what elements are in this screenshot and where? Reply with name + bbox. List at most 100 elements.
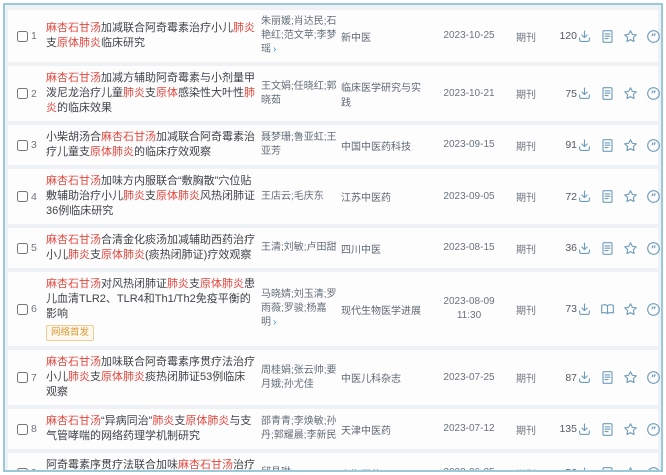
result-row: 3 小柴胡汤合麻杏石甘汤加减联合阿奇霉素治疗儿童支原体肺炎的临床疗效观察 聂梦珊… [8, 125, 660, 165]
source-journal-link[interactable]: 江苏中医药 [341, 189, 433, 204]
source-journal-link[interactable]: 新中医 [341, 29, 433, 44]
quote-icon[interactable]: ” [646, 138, 661, 153]
row-actions: ” [577, 86, 661, 101]
source-journal-link[interactable]: 四川中医 [341, 241, 433, 256]
favorite-star-icon[interactable] [623, 422, 638, 437]
source-journal-link[interactable]: 天津中医药 [341, 422, 433, 437]
row-checkbox[interactable] [17, 372, 28, 383]
authors-cell[interactable]: 王店云;毛庆东 [261, 190, 341, 204]
result-title-link[interactable]: 阿奇霉素序贯疗法联合加味麻杏石甘汤治疗对于小儿支原体肺炎的意义 [46, 458, 255, 470]
source-journal-link[interactable]: 临床医学研究与实践 [341, 79, 433, 109]
result-title-link[interactable]: 麻杏石甘汤合清金化痰汤加减辅助西药治疗小儿肺炎支原体肺炎(痰热闭肺证)疗效观察 [46, 233, 255, 263]
book-read-icon[interactable] [600, 302, 615, 317]
quote-icon[interactable]: ” [646, 370, 661, 385]
quote-icon[interactable]: ” [646, 466, 661, 472]
row-checkbox[interactable] [17, 242, 28, 254]
title-text: 感染性大叶性 [178, 87, 244, 99]
publication-type: 期刊 [516, 193, 536, 204]
title-highlight-term: 原体肺炎 [200, 278, 244, 290]
row-actions: ” [577, 302, 661, 317]
favorite-star-icon[interactable] [623, 370, 638, 385]
title-text: 支 [189, 278, 200, 290]
authors-cell[interactable]: 王文娟;任晓红;郭晓茹 [261, 80, 341, 108]
source-journal-link[interactable]: 中医儿科杂志 [341, 370, 433, 385]
source-journal-link[interactable]: 上海医药 [341, 466, 433, 471]
search-results-panel: 1 麻杏石甘汤加减联合阿奇霉素治疗小儿肺炎支原体肺炎临床研究 朱丽媛;肖达民;石… [3, 3, 663, 472]
source-journal-link[interactable]: 中国中医药科技 [341, 138, 433, 153]
row-checkbox[interactable] [17, 88, 28, 99]
title-highlight-term: 麻杏石甘汤 [46, 415, 101, 427]
publication-type: 期刊 [505, 466, 547, 471]
result-row: 7 麻杏石甘汤加味联合阿奇霉素序贯疗法治疗小儿肺炎支原体肺炎痰热闭肺证53例临床… [8, 350, 661, 405]
publish-date: 2023-09-15 [443, 139, 495, 150]
source-journal-link[interactable]: 现代生物医学进展 [341, 302, 433, 317]
download-icon[interactable] [577, 189, 592, 204]
favorite-star-icon[interactable] [623, 86, 638, 101]
author-expand-icon[interactable]: › [273, 44, 276, 55]
authors-cell[interactable]: 马晓婧;刘玉清;罗雨薇;罗骏;杨嘉明 › [261, 288, 341, 330]
quote-icon[interactable]: ” [646, 189, 661, 204]
title-highlight-term: 麻杏石甘汤 [46, 278, 101, 290]
download-icon[interactable] [577, 29, 592, 44]
title-highlight-term: 麻杏石甘汤 [46, 22, 101, 34]
row-number: 7 [31, 371, 37, 384]
authors-cell[interactable]: 王清;刘敏;卢田甜 [261, 241, 341, 255]
row-checkbox[interactable] [17, 467, 28, 470]
result-title-link[interactable]: 麻杏石甘汤加味方内服联合“敷胸散”穴位贴敷辅助治疗小儿肺炎支原体肺炎风热闭肺证3… [46, 174, 255, 219]
row-checkbox[interactable] [17, 30, 28, 42]
authors-cell[interactable]: 邵青青;李焕敏;孙丹;郭耀晨;李新民 [261, 415, 341, 443]
result-title-link[interactable]: 麻杏石甘汤加味联合阿奇霉素序贯疗法治疗小儿肺炎支原体肺炎痰热闭肺证53例临床观察 [46, 355, 255, 400]
html-read-icon[interactable] [600, 189, 615, 204]
row-checkbox[interactable] [17, 303, 28, 315]
html-read-icon[interactable] [600, 422, 615, 437]
authors-cell[interactable]: 邱昌琳 [261, 466, 341, 470]
author-expand-icon[interactable]: › [273, 317, 276, 328]
authors-cell[interactable]: 周桂娟;张云帅;要月娥;孙尤佳 [261, 364, 341, 392]
download-count: 91 [565, 139, 577, 151]
html-read-icon[interactable] [600, 29, 615, 44]
html-read-icon[interactable] [600, 138, 615, 153]
title-highlight-term: 肺炎 [123, 190, 145, 202]
result-title-link[interactable]: 麻杏石甘汤加减方辅助阿奇霉素与小剂量甲泼尼龙治疗儿童肺炎支原体感染性大叶性肺炎的… [46, 71, 255, 116]
result-title-link[interactable]: 小柴胡汤合麻杏石甘汤加减联合阿奇霉素治疗儿童支原体肺炎的临床疗效观察 [46, 130, 255, 160]
quote-icon[interactable]: ” [646, 29, 661, 44]
row-actions: ” [577, 138, 661, 153]
download-icon[interactable] [577, 302, 592, 317]
favorite-star-icon[interactable] [623, 302, 638, 317]
quote-icon[interactable]: ” [646, 422, 661, 437]
download-icon[interactable] [577, 241, 592, 256]
download-icon[interactable] [577, 466, 592, 470]
title-text: “异病同治” [101, 415, 153, 427]
publish-date: 2023-08-09 11:30 [433, 295, 505, 323]
html-read-icon[interactable] [600, 86, 615, 101]
authors-cell[interactable]: 聂梦珊;鲁亚虹;王亚芳 [261, 131, 341, 159]
download-icon[interactable] [577, 422, 592, 437]
html-read-icon[interactable] [600, 241, 615, 256]
title-highlight-term: 肺炎 [68, 371, 90, 383]
favorite-star-icon[interactable] [623, 138, 638, 153]
result-row: 9 阿奇霉素序贯疗法联合加味麻杏石甘汤治疗对于小儿支原体肺炎的意义 邱昌琳 上海… [8, 453, 661, 472]
html-read-icon[interactable] [600, 466, 615, 470]
quote-icon[interactable]: ” [646, 241, 661, 256]
title-highlight-term: 麻杏石甘汤 [46, 356, 101, 368]
favorite-star-icon[interactable] [623, 241, 638, 256]
row-checkbox[interactable] [17, 191, 28, 202]
download-icon[interactable] [577, 86, 592, 101]
authors-cell[interactable]: 朱丽媛;肖达民;石艳红;范文苹;李梦瑶 › [261, 15, 341, 57]
result-title-link[interactable]: 麻杏石甘汤对风热闭肺证肺炎支原体肺炎患儿血清TLR2、TLR4和Th1/Th2免… [46, 277, 255, 322]
download-icon[interactable] [577, 370, 592, 385]
download-icon[interactable] [577, 138, 592, 153]
row-checkbox[interactable] [17, 139, 28, 151]
favorite-star-icon[interactable] [623, 189, 638, 204]
row-checkbox[interactable] [17, 423, 28, 435]
result-row: 5 麻杏石甘汤合清金化痰汤加减辅助西药治疗小儿肺炎支原体肺炎(痰热闭肺证)疗效观… [8, 228, 661, 268]
result-title-link[interactable]: 麻杏石甘汤加减联合阿奇霉素治疗小儿肺炎支原体肺炎临床研究 [46, 21, 255, 51]
quote-icon[interactable]: ” [646, 302, 661, 317]
result-title-link[interactable]: 麻杏石甘汤“异病同治”肺炎支原体肺炎与支气管哮喘的网络药理学机制研究 [46, 414, 255, 444]
favorite-star-icon[interactable] [623, 29, 638, 44]
title-text: 的临床效果 [57, 102, 112, 114]
quote-icon[interactable]: ” [646, 86, 661, 101]
favorite-star-icon[interactable] [623, 466, 638, 470]
html-read-icon[interactable] [600, 370, 615, 385]
svg-text:”: ” [651, 468, 657, 472]
